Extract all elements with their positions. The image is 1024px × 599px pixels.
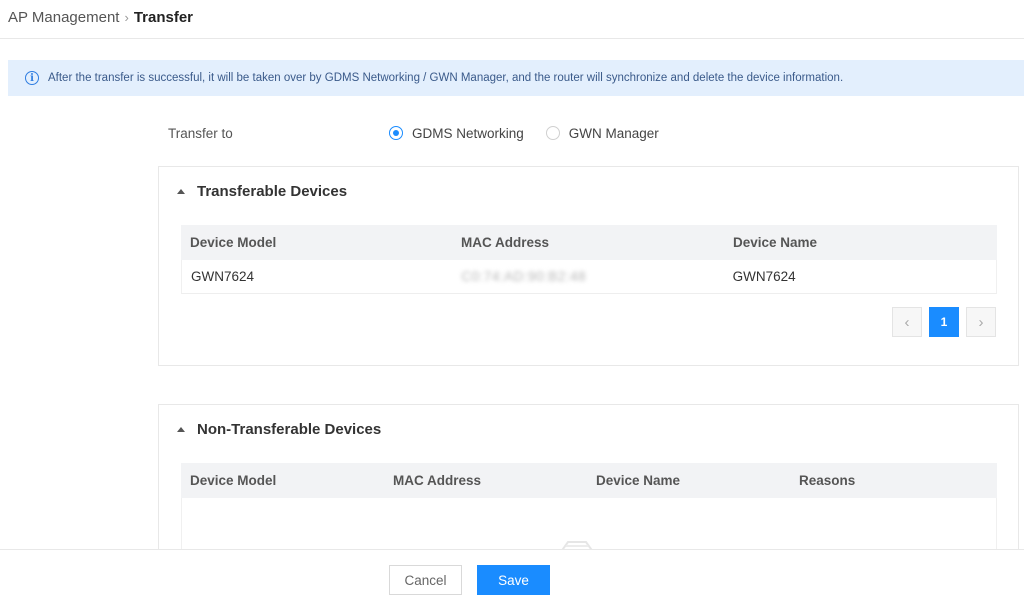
column-header: Device Name	[596, 473, 681, 488]
radio-gwn-manager[interactable]: GWN Manager	[545, 125, 659, 141]
transferable-devices-header[interactable]: Transferable Devices	[177, 183, 347, 200]
column-header: Device Model	[190, 235, 277, 250]
pagination: ‹ 1 ›	[892, 307, 996, 337]
device-model-cell: GWN7624	[191, 269, 255, 284]
banner-text: After the transfer is successful, it wil…	[48, 72, 844, 84]
save-button[interactable]: Save	[477, 565, 550, 595]
transferable-devices-card: Transferable Devices Device Model MAC Ad…	[158, 166, 1019, 366]
next-page-button[interactable]: ›	[966, 307, 996, 337]
card-title: Transferable Devices	[197, 183, 348, 200]
info-banner: i After the transfer is successful, it w…	[8, 60, 1024, 96]
info-icon: i	[25, 71, 39, 85]
column-header: Device Model	[190, 473, 277, 488]
non-transferable-devices-header[interactable]: Non-Transferable Devices	[177, 421, 381, 438]
caret-up-icon[interactable]	[177, 427, 185, 432]
table-header: Device Model MAC Address Device Name	[181, 225, 997, 260]
footer-bar: Cancel Save	[0, 549, 1024, 599]
breadcrumb: AP Management › Transfer	[8, 7, 193, 27]
transfer-to-row: Transfer to GDMS Networking GWN Manager	[168, 122, 728, 144]
column-header: Device Name	[733, 235, 818, 250]
header-divider	[0, 38, 1024, 39]
column-header: MAC Address	[393, 473, 482, 488]
radio-gdms-networking[interactable]: GDMS Networking	[389, 126, 524, 141]
caret-up-icon[interactable]	[177, 189, 185, 194]
transfer-to-label: Transfer to	[168, 125, 233, 141]
column-header: Reasons	[799, 473, 856, 488]
cancel-button[interactable]: Cancel	[389, 565, 462, 595]
mac-address-blurred: C0:74:AD:90:B2:48	[461, 269, 587, 284]
card-title: Non-Transferable Devices	[197, 421, 382, 438]
page-number-button[interactable]: 1	[929, 307, 959, 337]
transferable-devices-table: Device Model MAC Address Device Name GWN…	[181, 225, 997, 294]
column-header: MAC Address	[461, 235, 550, 250]
prev-page-button[interactable]: ‹	[892, 307, 922, 337]
device-name-cell: GWN7624	[732, 269, 796, 284]
radio-label-gdms: GDMS Networking	[412, 125, 524, 141]
mac-address-cell: C0:74:AD:90:B2:48	[452, 269, 723, 284]
table-header: Device Model MAC Address Device Name Rea…	[181, 463, 997, 498]
page-title: Transfer	[133, 8, 194, 26]
radio-unchecked-icon[interactable]	[545, 126, 560, 140]
radio-checked-icon[interactable]	[389, 126, 403, 140]
table-row: GWN7624 C0:74:AD:90:B2:48 GWN7624	[181, 260, 997, 294]
breadcrumb-separator: ›	[124, 9, 129, 25]
breadcrumb-parent-link[interactable]: AP Management	[8, 9, 119, 26]
radio-label-gwn: GWN Manager	[568, 125, 659, 141]
